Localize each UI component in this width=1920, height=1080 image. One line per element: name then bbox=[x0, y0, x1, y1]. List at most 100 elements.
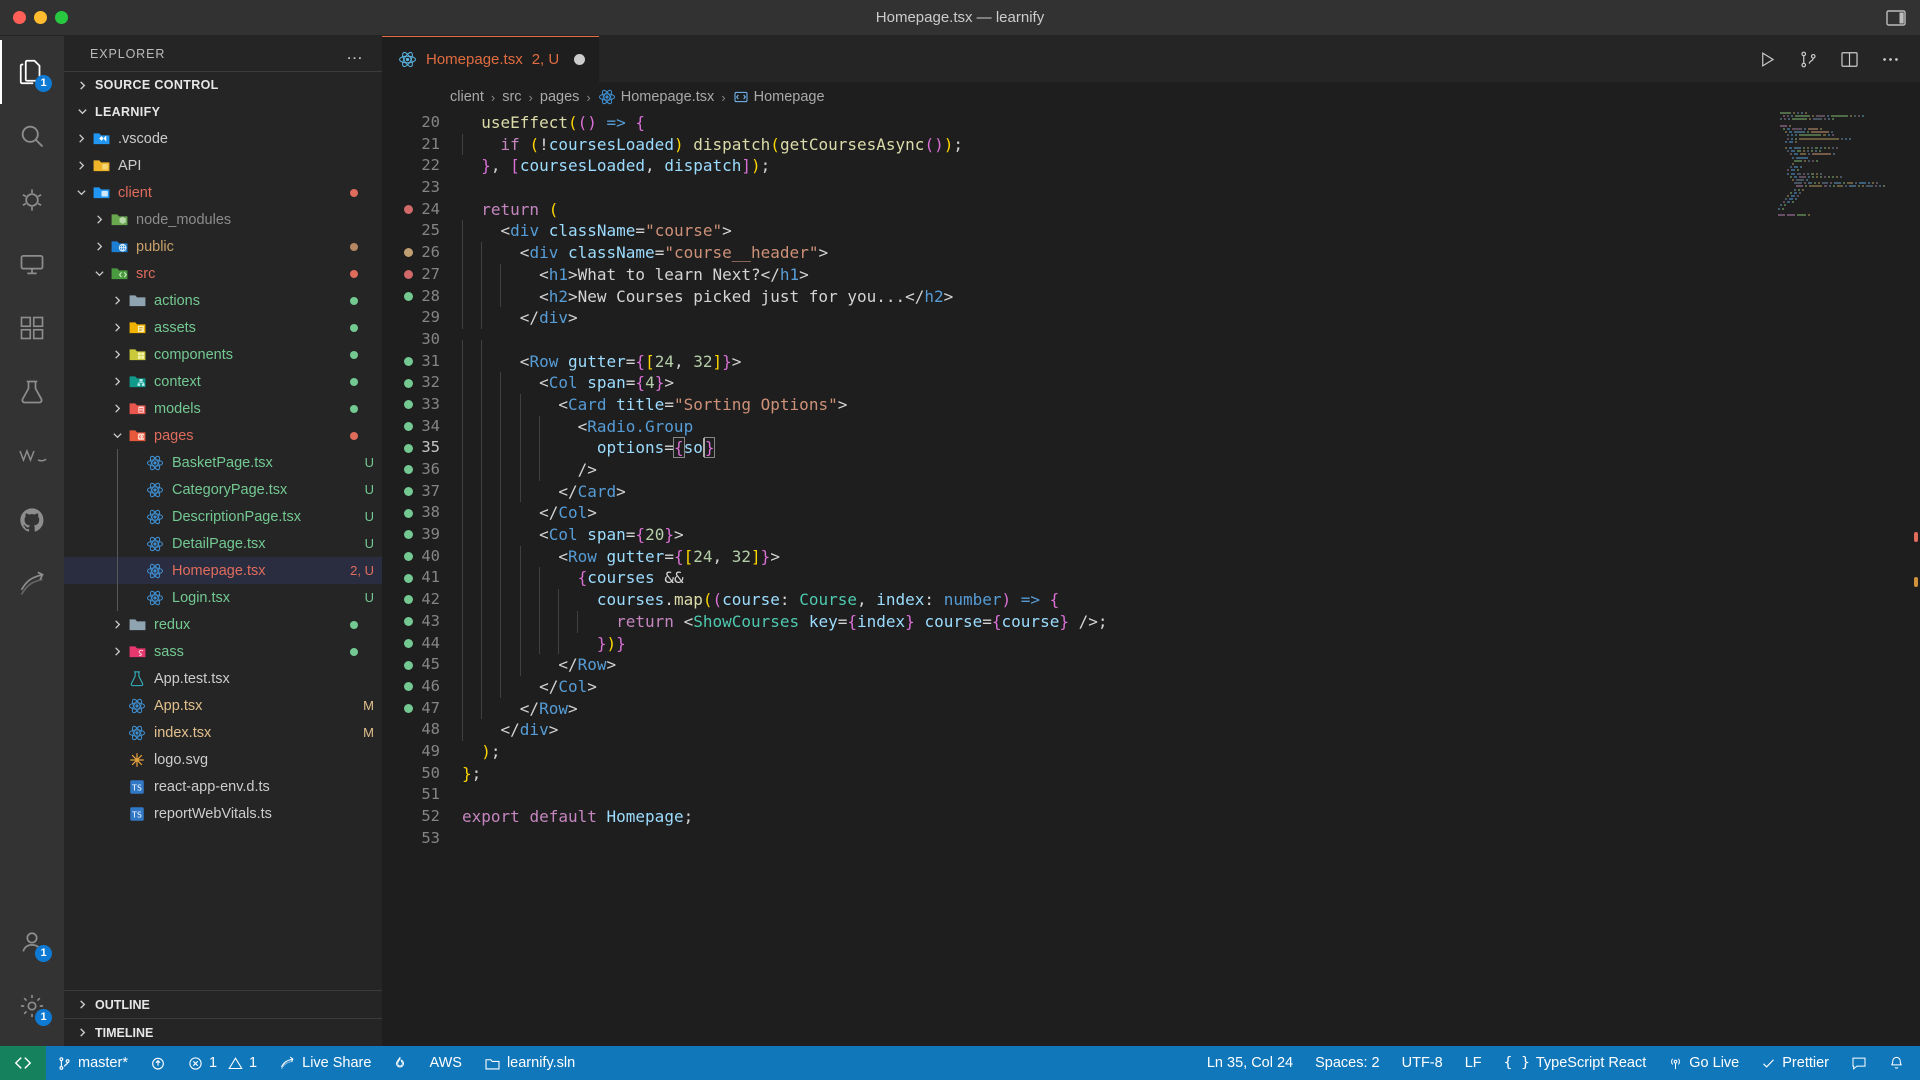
code-text[interactable]: courses.map((course: Course, index: numb… bbox=[462, 589, 1059, 611]
tree-file-row[interactable]: App.tsx M bbox=[64, 692, 382, 719]
tree-folder-row[interactable]: client bbox=[64, 179, 382, 206]
code-text[interactable]: if (!coursesLoaded) dispatch(getCoursesA… bbox=[462, 133, 963, 156]
tree-folder-row[interactable]: API bbox=[64, 152, 382, 179]
chevron-right-icon[interactable] bbox=[90, 214, 108, 225]
tree-file-row[interactable]: index.tsx M bbox=[64, 719, 382, 746]
tree-folder-row[interactable]: src bbox=[64, 260, 382, 287]
tree-folder-row[interactable]: node_modules bbox=[64, 206, 382, 233]
section-timeline[interactable]: TIMELINE bbox=[64, 1018, 382, 1046]
code-text[interactable]: </Col> bbox=[462, 675, 597, 698]
status-language-mode[interactable]: { } TypeScript React bbox=[1493, 1046, 1658, 1080]
code-line[interactable]: 31 <Row gutter={[24, 32]}> bbox=[382, 350, 1920, 373]
code-line[interactable]: 23 bbox=[382, 177, 1920, 199]
status-go-live[interactable]: Go Live bbox=[1657, 1046, 1750, 1080]
breadcrumb-item[interactable]: Homepage.tsx bbox=[598, 88, 714, 106]
code-line[interactable]: 27 <h1>What to learn Next?</h1> bbox=[382, 263, 1920, 286]
status-feedback[interactable] bbox=[1840, 1046, 1878, 1080]
run-icon[interactable] bbox=[1758, 50, 1777, 69]
code-text[interactable]: </Row> bbox=[462, 697, 578, 720]
breadcrumb[interactable]: client › src › pages › Homepage.tsx › Homepage bbox=[382, 82, 1920, 112]
status-problems[interactable]: 1 1 bbox=[177, 1046, 268, 1080]
chevron-right-icon[interactable] bbox=[108, 322, 126, 333]
tree-file-row[interactable]: BasketPage.tsx U bbox=[64, 449, 382, 476]
sidebar-item-live-share[interactable] bbox=[0, 552, 64, 616]
tree-folder-row[interactable]: sass bbox=[64, 638, 382, 665]
code-line[interactable]: 38 </Col> bbox=[382, 502, 1920, 525]
code-text[interactable]: {courses && bbox=[462, 567, 684, 590]
settings-button[interactable]: 1 bbox=[0, 974, 64, 1038]
code-text[interactable]: options={so} bbox=[462, 437, 716, 459]
more-actions-icon[interactable] bbox=[1881, 50, 1900, 69]
close-window-button[interactable] bbox=[13, 11, 26, 24]
file-tree[interactable]: .vscode API client node_modules public src act… bbox=[64, 125, 382, 990]
breadcrumb-item[interactable]: client bbox=[450, 89, 484, 105]
tree-file-row[interactable]: App.test.tsx bbox=[64, 665, 382, 692]
code-text[interactable]: useEffect(() => { bbox=[462, 112, 645, 134]
code-line[interactable]: 51 bbox=[382, 784, 1920, 806]
tree-file-row[interactable]: DetailPage.tsx U bbox=[64, 530, 382, 557]
chevron-down-icon[interactable] bbox=[90, 268, 108, 279]
code-line[interactable]: 40 <Row gutter={[24, 32]}> bbox=[382, 545, 1920, 568]
tree-folder-row[interactable]: components bbox=[64, 341, 382, 368]
status-branch[interactable]: master* bbox=[46, 1046, 139, 1080]
status-encoding[interactable]: UTF-8 bbox=[1391, 1046, 1454, 1080]
code-line[interactable]: 37 </Card> bbox=[382, 480, 1920, 503]
code-line[interactable]: 25 <div className="course"> bbox=[382, 220, 1920, 243]
code-text[interactable]: <Col span={20}> bbox=[462, 524, 684, 546]
tree-folder-row[interactable]: assets bbox=[64, 314, 382, 341]
tab-homepage-tsx[interactable]: Homepage.tsx 2, U bbox=[382, 36, 600, 82]
code-text[interactable]: <h2>New Courses picked just for you...</… bbox=[462, 285, 953, 308]
chevron-down-icon[interactable] bbox=[108, 430, 126, 441]
breadcrumb-item[interactable]: src bbox=[502, 89, 521, 105]
chevron-right-icon[interactable] bbox=[108, 403, 126, 414]
editor-layout-icon[interactable] bbox=[1886, 9, 1906, 27]
tree-file-row[interactable]: Homepage.tsx 2, U bbox=[64, 557, 382, 584]
code-line[interactable]: 49 ); bbox=[382, 741, 1920, 763]
sidebar-item-run-and-debug[interactable] bbox=[0, 168, 64, 232]
status-solution[interactable]: learnify.sln bbox=[473, 1046, 586, 1080]
code-line[interactable]: 42 courses.map((course: Course, index: n… bbox=[382, 589, 1920, 611]
code-line[interactable]: 52 export default Homepage; bbox=[382, 806, 1920, 828]
split-editor-icon[interactable] bbox=[1840, 50, 1859, 69]
status-cursor-position[interactable]: Ln 35, Col 24 bbox=[1196, 1046, 1304, 1080]
tree-file-row[interactable]: DescriptionPage.tsx U bbox=[64, 503, 382, 530]
code-line[interactable]: 30 bbox=[382, 329, 1920, 362]
tree-file-row[interactable]: logo.svg bbox=[64, 746, 382, 773]
sidebar-item-testing[interactable] bbox=[0, 360, 64, 424]
code-text[interactable]: </Row> bbox=[462, 654, 616, 676]
minimize-window-button[interactable] bbox=[34, 11, 47, 24]
code-text[interactable]: }, [coursesLoaded, dispatch]); bbox=[462, 155, 770, 177]
code-text[interactable]: ); bbox=[462, 741, 500, 763]
code-line[interactable]: 43 return <ShowCourses key={index} cours… bbox=[382, 610, 1920, 633]
code-line[interactable]: 44 })} bbox=[382, 632, 1920, 655]
code-text[interactable]: <Radio.Group bbox=[462, 415, 693, 438]
tree-folder-row[interactable]: models bbox=[64, 395, 382, 422]
code-line[interactable]: 35 options={so} bbox=[382, 437, 1920, 459]
tree-folder-row[interactable]: public bbox=[64, 233, 382, 260]
sidebar-item-github[interactable] bbox=[0, 488, 64, 552]
code-line[interactable]: 32 <Col span={4}> bbox=[382, 372, 1920, 394]
code-text[interactable]: })} bbox=[462, 632, 626, 655]
tree-file-row[interactable]: Login.tsx U bbox=[64, 584, 382, 611]
code-line[interactable]: 24 return ( bbox=[382, 199, 1920, 221]
tree-file-row[interactable]: TS reportWebVitals.ts bbox=[64, 800, 382, 827]
code-line[interactable]: 48 </div> bbox=[382, 719, 1920, 741]
code-line[interactable]: 33 <Card title="Sorting Options"> bbox=[382, 393, 1920, 416]
code-line[interactable]: 50}; bbox=[382, 763, 1920, 785]
maximize-window-button[interactable] bbox=[55, 11, 68, 24]
section-source-control[interactable]: SOURCE CONTROL bbox=[64, 71, 382, 98]
chevron-right-icon[interactable] bbox=[72, 133, 90, 144]
remote-host-indicator[interactable] bbox=[0, 1046, 46, 1080]
status-indentation[interactable]: Spaces: 2 bbox=[1304, 1046, 1391, 1080]
code-line[interactable]: 36 /> bbox=[382, 459, 1920, 481]
sidebar-item-remote-explorer[interactable] bbox=[0, 232, 64, 296]
code-text[interactable]: /> bbox=[462, 459, 597, 481]
sidebar-item-explorer[interactable]: 1 bbox=[0, 40, 64, 104]
chevron-right-icon[interactable] bbox=[90, 241, 108, 252]
code-text[interactable]: }; bbox=[462, 763, 481, 785]
split-source-control-icon[interactable] bbox=[1799, 50, 1818, 69]
chevron-down-icon[interactable] bbox=[72, 187, 90, 198]
code-line[interactable]: 29 </div> bbox=[382, 307, 1920, 329]
status-live-share[interactable]: Live Share bbox=[268, 1046, 382, 1080]
code-editor[interactable]: 20 useEffect(() => {21 if (!coursesLoade… bbox=[382, 112, 1920, 1046]
